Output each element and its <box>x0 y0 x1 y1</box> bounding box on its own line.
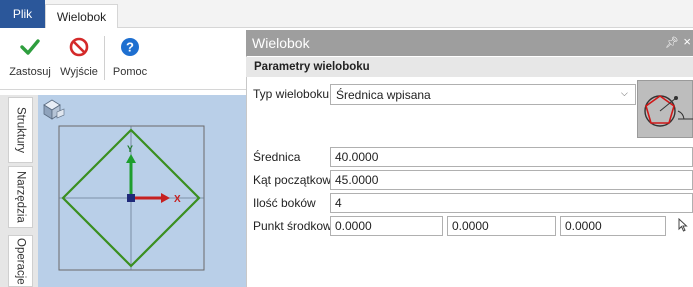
panel-title: Wielobok <box>246 30 693 56</box>
side-tab-label: Struktury <box>14 106 27 153</box>
y-axis-label: Y <box>127 144 133 154</box>
apply-label: Zastosuj <box>9 66 51 78</box>
view-cube-icon[interactable] <box>43 99 65 120</box>
polygon-type-select[interactable]: Średnica wpisana <box>330 84 636 105</box>
no-entry-icon <box>69 37 89 57</box>
diameter-input[interactable]: 40.0000 <box>330 147 693 167</box>
side-tab-label: Operacje <box>14 237 27 285</box>
section-header: Parametry wieloboku <box>246 57 693 77</box>
start-angle-input[interactable]: 45.0000 <box>330 170 693 190</box>
center-y-input[interactable]: 0.0000 <box>447 216 556 236</box>
chevron-down-icon[interactable]: ⌵ <box>621 88 628 99</box>
help-label: Pomoc <box>112 66 148 78</box>
start-angle-label: Kąt początkowy <box>253 173 338 187</box>
exit-button[interactable]: Wyjście <box>56 36 102 82</box>
tab-wielobok[interactable]: Wielobok <box>45 4 118 29</box>
sides-count-input[interactable]: 4 <box>330 193 693 213</box>
pin-icon[interactable]: 📌︎ <box>665 36 679 49</box>
side-tab-operacje[interactable]: Operacje <box>8 235 33 287</box>
apply-button[interactable]: Zastosuj <box>4 36 56 82</box>
graphics-viewport[interactable]: Y X <box>38 95 246 287</box>
cursor-pick-icon <box>678 217 688 232</box>
checkmark-icon <box>20 39 40 55</box>
help-button[interactable]: ? Pomoc <box>108 36 152 82</box>
x-axis-label: X <box>174 194 181 205</box>
tab-plik[interactable]: Plik <box>0 0 45 28</box>
center-x-input[interactable]: 0.0000 <box>330 216 443 236</box>
sides-count-label: Ilość boków <box>253 196 316 210</box>
exit-label: Wyjście <box>60 66 98 78</box>
side-tab-narzedzia[interactable]: Narzędzia <box>8 166 33 228</box>
side-tab-label: Narzędzia <box>14 171 27 223</box>
ribbon-separator <box>104 36 105 80</box>
close-icon[interactable]: × <box>683 34 691 49</box>
center-z-input[interactable]: 0.0000 <box>560 216 666 236</box>
pick-point-button[interactable] <box>677 217 689 235</box>
help-icon: ? <box>121 38 139 56</box>
polygon-type-label: Typ wieloboku <box>253 87 330 101</box>
center-point-label: Punkt środkowy <box>253 219 338 233</box>
inscribed-polygon-icon <box>644 95 693 127</box>
diameter-label: Średnica <box>253 150 301 164</box>
side-tab-struktury[interactable]: Struktury <box>8 97 33 163</box>
svg-text:?: ? <box>126 40 134 55</box>
polygon-type-preview <box>637 80 693 138</box>
